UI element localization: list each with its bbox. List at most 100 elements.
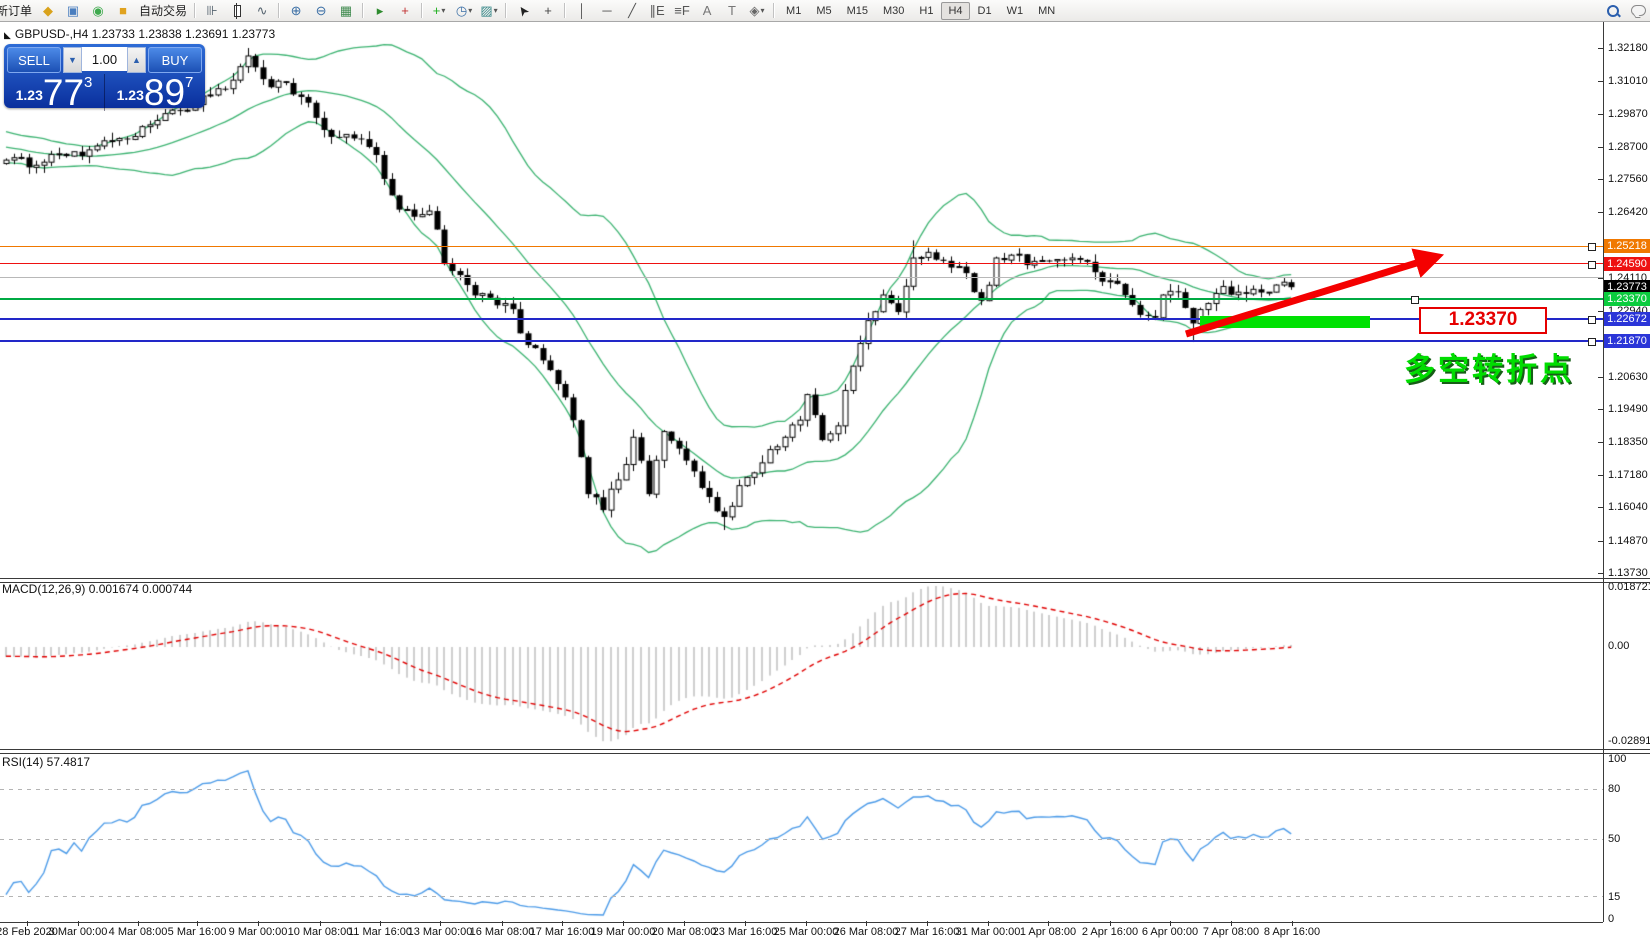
candlestick-chart-icon[interactable] xyxy=(225,2,249,20)
rsi-level-line xyxy=(0,839,1603,840)
gold-tag-icon[interactable]: ◆ xyxy=(36,2,60,20)
price-axis-badge: 1.25218 xyxy=(1604,239,1650,253)
trendline-icon[interactable]: ╱ xyxy=(620,2,644,20)
toolbar-separator xyxy=(421,3,424,18)
horizontal-line-icon[interactable]: ─ xyxy=(595,2,619,20)
time-axis-frame[interactable] xyxy=(0,922,1603,923)
new-order-button[interactable]: 新订单 xyxy=(0,2,35,20)
timeframe-mn[interactable]: MN xyxy=(1031,2,1062,20)
price-axis-tick: 1.16040 xyxy=(1608,501,1648,513)
vertical-line-icon[interactable]: │ xyxy=(570,2,594,20)
chart-title: GBPUSD-,H4 1.23733 1.23838 1.23691 1.237… xyxy=(14,27,276,41)
time-axis-label: 20 Mar 08:00 xyxy=(651,926,717,938)
buy-price: 1.23 89 7 xyxy=(116,72,194,113)
timeframe-m15[interactable]: M15 xyxy=(840,2,875,20)
chart-shift-icon[interactable]: + xyxy=(393,2,417,20)
price-axis-badge: 1.23370 xyxy=(1604,292,1650,306)
time-axis-label: 19 Mar 00:00 xyxy=(590,926,656,938)
resistance-line-1-handle[interactable] xyxy=(1588,243,1596,251)
time-axis-label: 7 Apr 08:00 xyxy=(1202,926,1260,938)
time-axis-label: 9 Mar 00:00 xyxy=(228,926,288,938)
top-toolbar: 新订单 ◆ ▣ ◉ ■ 自动交易 ⊪ ∿ ⊕ ⊖ ▦ ▸ + + ▾ ◷ ▾ ▨ ▾ ➤ + │ ─ ╱ ∥E ≡F A T ◈ ▾ M1 M… xyxy=(0,0,1650,22)
timeframe-h4[interactable]: H4 xyxy=(941,1,970,20)
green-highlight-band[interactable] xyxy=(1200,316,1370,328)
time-axis-label: 16 Mar 08:00 xyxy=(469,926,535,938)
price-axis-tick: 1.31010 xyxy=(1608,75,1648,87)
price-axis-tick: 1.29870 xyxy=(1608,108,1648,120)
toolbar-separator xyxy=(194,3,197,18)
macd-axis-label: 0.00 xyxy=(1608,640,1630,652)
timeframe-w1[interactable]: W1 xyxy=(1000,2,1031,20)
support-line-2-handle[interactable] xyxy=(1588,338,1596,346)
bar-chart-icon[interactable]: ⊪ xyxy=(200,2,224,20)
time-axis-label: 10 Mar 08:00 xyxy=(287,926,353,938)
shapes-icon[interactable]: ◈ ▾ xyxy=(745,2,769,20)
timeframe-h1[interactable]: H1 xyxy=(912,2,940,20)
timeframe-m1[interactable]: M1 xyxy=(779,2,808,20)
sell-button[interactable]: SELL xyxy=(7,47,61,73)
add-indicator-icon[interactable]: + ▾ xyxy=(427,2,451,20)
crosshair-icon[interactable]: + xyxy=(536,2,560,20)
timeframe-d1[interactable]: D1 xyxy=(971,2,999,20)
price-chart-canvas[interactable] xyxy=(0,22,1650,942)
volume-decrease-button[interactable]: ▼ xyxy=(63,47,82,73)
time-axis-label: 25 Mar 00:00 xyxy=(773,926,839,938)
time-axis-label: 2 Apr 16:00 xyxy=(1081,926,1139,938)
price-axis-tick: 1.27560 xyxy=(1608,173,1648,185)
channel-icon[interactable]: ∥E xyxy=(645,2,669,20)
template-icon[interactable]: ▨ ▾ xyxy=(477,2,501,20)
line-chart-icon[interactable]: ∿ xyxy=(250,2,274,20)
chat-icon[interactable] xyxy=(1626,2,1650,20)
resistance-line-2-handle[interactable] xyxy=(1588,261,1596,269)
pivot-annotation-text[interactable]: 多空转折点 xyxy=(1404,344,1574,389)
gray-line[interactable] xyxy=(0,277,1603,278)
price-axis-frame[interactable] xyxy=(1603,22,1604,922)
text-icon[interactable]: A xyxy=(695,2,719,20)
resistance-line-1[interactable] xyxy=(0,246,1603,247)
fibonacci-icon[interactable]: ≡F xyxy=(670,2,694,20)
autotrade-folder-icon[interactable]: ■ xyxy=(111,2,135,20)
signal-icon[interactable]: ◉ xyxy=(86,2,110,20)
price-axis-badge: 1.22672 xyxy=(1604,312,1650,326)
price-axis-tick: 1.28700 xyxy=(1608,141,1648,153)
rsi-axis-label: 0 xyxy=(1608,913,1615,925)
chart-window: ◣ GBPUSD-,H4 1.23733 1.23838 1.23691 1.23… xyxy=(0,22,1650,942)
rsi-level-line xyxy=(0,896,1603,897)
price-axis-badge: 1.21870 xyxy=(1604,334,1650,348)
timeframe-m5[interactable]: M5 xyxy=(809,2,838,20)
rsi-axis-label: 50 xyxy=(1608,833,1621,845)
macd-pane-separator[interactable] xyxy=(0,578,1650,583)
support-line-1-handle[interactable] xyxy=(1588,316,1596,324)
price-axis-tick: 1.26420 xyxy=(1608,206,1648,218)
price-callout-label[interactable]: 1.23370 xyxy=(1419,307,1547,334)
toolbar-separator xyxy=(564,3,567,18)
support-line-2[interactable] xyxy=(0,340,1603,342)
autotrading-button[interactable]: 自动交易 xyxy=(136,2,190,20)
period-icon[interactable]: ◷ ▾ xyxy=(452,2,476,20)
time-axis-label: 17 Mar 16:00 xyxy=(529,926,595,938)
text-label-icon[interactable]: T xyxy=(720,2,744,20)
rsi-axis-label: 15 xyxy=(1608,891,1621,903)
search-icon[interactable] xyxy=(1601,2,1625,20)
zoom-out-icon[interactable]: ⊖ xyxy=(309,2,333,20)
cursor-icon[interactable]: ➤ xyxy=(511,2,535,20)
price-axis-tick: 1.18350 xyxy=(1608,436,1648,448)
price-axis-tick: 1.14870 xyxy=(1608,535,1648,547)
volume-increase-button[interactable]: ▲ xyxy=(127,47,146,73)
resistance-line-2[interactable] xyxy=(0,263,1603,264)
autoscroll-icon[interactable]: ▸ xyxy=(368,2,392,20)
rsi-axis-label: 100 xyxy=(1608,753,1627,765)
buy-button[interactable]: BUY xyxy=(148,47,202,73)
tile-windows-icon[interactable]: ▦ xyxy=(334,2,358,20)
timeframe-m30[interactable]: M30 xyxy=(876,2,911,20)
price-axis-tick: 1.19490 xyxy=(1608,403,1648,415)
zoom-in-icon[interactable]: ⊕ xyxy=(284,2,308,20)
price-axis-tick: 1.20630 xyxy=(1608,371,1648,383)
volume-input[interactable] xyxy=(82,47,127,71)
pivot-line-green-handle[interactable] xyxy=(1411,296,1419,304)
pivot-line-green[interactable] xyxy=(0,298,1603,300)
terminal-icon[interactable]: ▣ xyxy=(61,2,85,20)
time-axis-label: 26 Mar 08:00 xyxy=(833,926,899,938)
time-axis-label: 27 Mar 16:00 xyxy=(894,926,960,938)
rsi-pane-separator[interactable] xyxy=(0,749,1650,754)
